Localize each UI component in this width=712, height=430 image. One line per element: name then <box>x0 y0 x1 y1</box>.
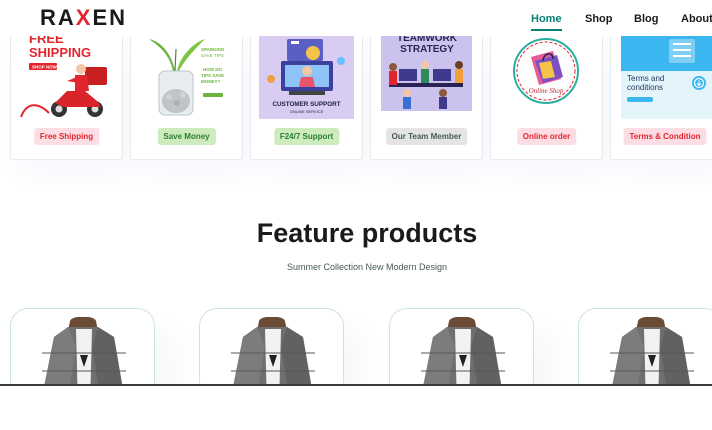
logo-text-x: X <box>75 5 93 30</box>
art-text-save-tips: SAVE TIPS <box>201 53 224 58</box>
free-shipping-illustration: FREE SHIPPING SHOP NOW <box>19 31 114 119</box>
art-text-online-shop: Online Shop <box>529 87 564 95</box>
nav-about[interactable]: About <box>681 13 712 25</box>
art-text-how-do: HOW DO <box>203 67 222 72</box>
logo[interactable]: RAXEN <box>40 5 127 31</box>
blank-area <box>0 386 712 430</box>
online-shop-illustration: Online Shop <box>499 31 594 119</box>
feature-tag: Save Money <box>157 128 216 145</box>
feature-tag: Online order <box>516 128 577 145</box>
art-text-conditions: conditions <box>627 83 663 92</box>
section-title: Feature products <box>256 218 478 248</box>
logo-text-end: EN <box>92 5 128 30</box>
nav-shop[interactable]: Shop <box>585 13 613 25</box>
feature-tag: Free Shipping <box>33 128 100 145</box>
feature-box-terms[interactable]: Terms and conditions Terms & Condition <box>610 30 712 160</box>
section-subtitle: Summer Collection New Modern Design <box>286 262 448 272</box>
feature-box-free-shipping[interactable]: FREE SHIPPING SHOP NOW Free Shipping <box>10 30 123 160</box>
art-text-customer-support: CUSTOMER SUPPORT <box>272 101 340 108</box>
art-text-shop-now: SHOP NOW <box>32 65 58 70</box>
art-text-online-service: ONLINE SERVICE <box>290 109 324 114</box>
nav-blog[interactable]: Blog <box>634 13 658 25</box>
feature-box-support[interactable]: CUSTOMER SUPPORT ONLINE SERVICE F24/7 Su… <box>250 30 363 160</box>
art-text-tips-save: TIPS SAVE <box>201 73 224 78</box>
feature-tag: Our Team Member <box>385 128 468 145</box>
art-text-sparking: SPARKING <box>201 47 225 52</box>
feature-tag: Terms & Condition <box>623 128 707 145</box>
site-header: RAXEN Home Shop Blog About <box>0 0 712 36</box>
feature-box-save-money[interactable]: SPARKING SAVE TIPS HOW DO TIPS SAVE MONE… <box>130 30 243 160</box>
feature-box-team[interactable]: TEAMWORK STRATEGY Our Team Member <box>370 30 483 160</box>
teamwork-illustration: TEAMWORK STRATEGY <box>379 31 474 119</box>
art-text-terms-and: Terms and <box>627 74 664 83</box>
customer-support-illustration: CUSTOMER SUPPORT ONLINE SERVICE <box>259 31 354 119</box>
art-text-strategy: STRATEGY <box>400 44 454 55</box>
art-text-shipping: SHIPPING <box>29 45 91 60</box>
terms-illustration: Terms and conditions <box>621 31 712 119</box>
feature-box-online-order[interactable]: Online Shop Online order <box>490 30 603 160</box>
save-money-illustration: SPARKING SAVE TIPS HOW DO TIPS SAVE MONE… <box>139 31 234 119</box>
art-text-money: MONEY? <box>201 79 221 84</box>
feature-tag: F24/7 Support <box>273 128 340 145</box>
logo-text-start: RA <box>40 5 76 30</box>
nav-home[interactable]: Home <box>531 13 562 31</box>
